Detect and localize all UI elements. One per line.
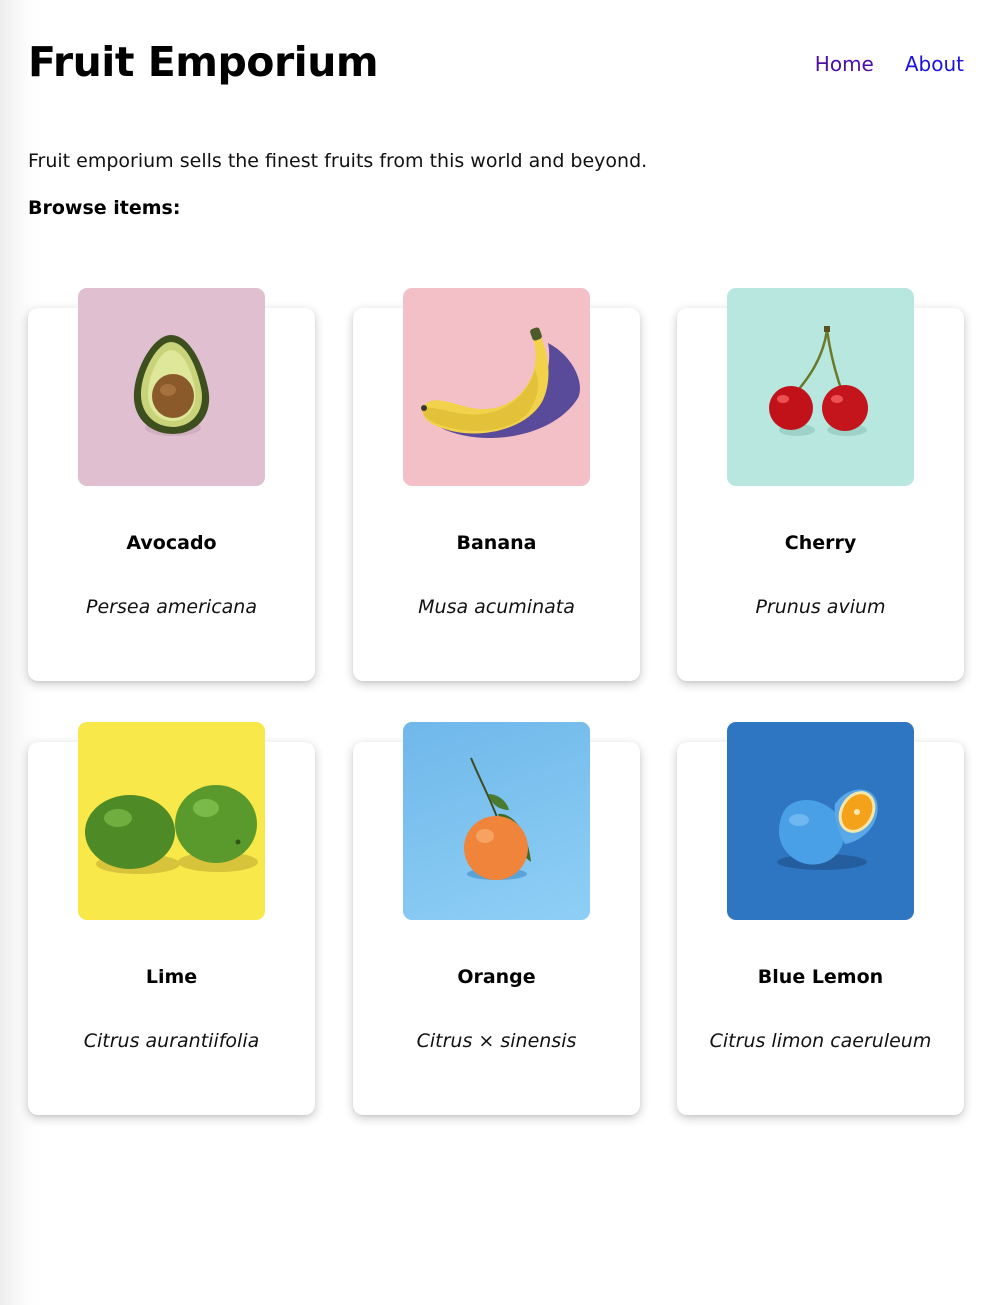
banana-image <box>403 288 590 486</box>
site-title: Fruit Emporium <box>28 38 379 86</box>
product-latin-name: Musa acuminata <box>418 596 575 618</box>
product-name: Orange <box>457 966 536 988</box>
orange-icon <box>464 757 531 880</box>
product-card-blue-lemon[interactable]: Blue Lemon Citrus limon caeruleum <box>677 722 964 1115</box>
nav-home-link[interactable]: Home <box>815 52 874 76</box>
avocado-image <box>78 288 265 486</box>
browse-heading: Browse items: <box>28 197 181 219</box>
intro-text: Fruit emporium sells the finest fruits f… <box>28 150 648 172</box>
nav-about-link[interactable]: About <box>905 52 964 76</box>
product-latin-name: Citrus × sinensis <box>416 1030 577 1052</box>
product-card-lime[interactable]: Lime Citrus aurantiifolia <box>28 722 315 1115</box>
cherry-image <box>727 288 914 486</box>
product-latin-name: Persea americana <box>86 596 257 618</box>
lime-image <box>78 722 265 920</box>
product-card-avocado[interactable]: Avocado Persea americana <box>28 288 315 681</box>
product-name: Avocado <box>126 532 217 554</box>
lime-icon <box>85 785 258 874</box>
product-latin-name: Prunus avium <box>755 596 886 618</box>
avocado-icon <box>133 335 210 436</box>
product-card-cherry[interactable]: Cherry Prunus avium <box>677 288 964 681</box>
blue-lemon-image <box>727 722 914 920</box>
product-name: Blue Lemon <box>757 966 884 988</box>
product-name: Lime <box>145 966 198 988</box>
banana-icon <box>421 327 580 438</box>
top-nav: Home About <box>815 52 964 76</box>
product-name: Banana <box>456 532 537 554</box>
orange-image <box>403 722 590 920</box>
product-latin-name: Citrus aurantiifolia <box>83 1030 260 1052</box>
page: Fruit Emporium Home About Fruit emporium… <box>0 0 1000 1305</box>
product-name: Cherry <box>784 532 857 554</box>
product-card-banana[interactable]: Banana Musa acuminata <box>353 288 640 681</box>
cherry-icon <box>769 326 868 436</box>
product-card-orange[interactable]: Orange Citrus × sinensis <box>353 722 640 1115</box>
product-latin-name: Citrus limon caeruleum <box>709 1030 932 1052</box>
blue-lemon-icon <box>777 789 878 870</box>
